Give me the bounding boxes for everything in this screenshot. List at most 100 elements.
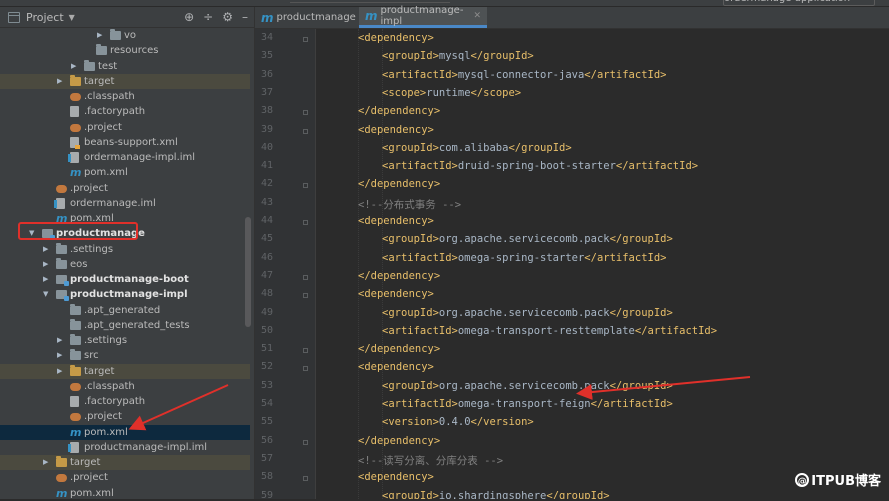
code-line[interactable]: <groupId>com.alibaba</groupId>: [382, 142, 572, 154]
fold-marker-icon[interactable]: [303, 220, 308, 225]
minimize-icon[interactable]: –: [242, 11, 248, 23]
tree-node[interactable]: ▼ productmanage-impl: [0, 287, 250, 302]
tree-node[interactable]: .factorypath: [0, 104, 250, 119]
code-line[interactable]: <artifactId>mysql-connector-java</artifa…: [382, 69, 666, 81]
fold-marker-icon[interactable]: [303, 274, 308, 280]
code-line[interactable]: <dependency>: [358, 124, 434, 136]
fold-marker-icon[interactable]: [303, 348, 308, 354]
code-line[interactable]: <!--读写分离、分库分表 -->: [358, 453, 503, 468]
chevron-right-icon[interactable]: ▶: [43, 455, 48, 470]
code-line[interactable]: <artifactId>omega-spring-starter</artifa…: [382, 252, 666, 264]
line-number: 51: [260, 343, 273, 355]
code-line[interactable]: <artifactId>omega-transport-feign</artif…: [382, 398, 673, 410]
code-line[interactable]: <!--分布式事务 -->: [358, 197, 461, 212]
fold-marker-icon[interactable]: [303, 128, 308, 134]
code-line[interactable]: <artifactId>druid-spring-boot-starter</a…: [382, 160, 698, 172]
code-line[interactable]: <groupId>org.apache.servicecomb.pack</gr…: [382, 233, 673, 245]
fold-marker-icon[interactable]: [303, 37, 308, 42]
code-line[interactable]: <dependency>: [358, 32, 434, 44]
tree-node[interactable]: .project: [0, 120, 250, 135]
collapse-icon[interactable]: ÷: [203, 11, 213, 23]
code-line[interactable]: <groupId>io.shardingsphere</groupId>: [382, 490, 610, 500]
code-line[interactable]: </dependency>: [358, 105, 440, 117]
tree-node[interactable]: m pom.xml: [0, 424, 250, 440]
tree-node[interactable]: ordermanage.iml: [0, 196, 250, 211]
code-line[interactable]: <scope>runtime</scope>: [382, 87, 521, 99]
chevron-down-icon[interactable]: ▼: [69, 13, 75, 22]
tree-node[interactable]: ordermanage-impl.iml: [0, 150, 250, 165]
tab-productmanage-impl[interactable]: m productmanage-impl ✕: [359, 5, 487, 28]
run-config-label: ordermanage-application: [724, 0, 850, 4]
tree-node[interactable]: ▶ productmanage-boot: [0, 272, 250, 287]
code-line[interactable]: </dependency>: [358, 435, 440, 447]
chevron-right-icon[interactable]: ▶: [97, 28, 102, 43]
chevron-right-icon[interactable]: ▶: [57, 364, 62, 379]
xml-tag: </artifactId>: [584, 251, 667, 264]
tree-node[interactable]: productmanage-impl.iml: [0, 440, 250, 455]
tree-node[interactable]: .project: [0, 409, 250, 424]
chevron-right-icon[interactable]: ▶: [43, 242, 48, 257]
code-line[interactable]: <groupId>org.apache.servicecomb.pack</gr…: [382, 307, 673, 319]
code-area[interactable]: <dependency> <groupId>mysql</groupId> <art…: [315, 29, 889, 499]
tree-node[interactable]: .classpath: [0, 379, 250, 394]
xml-value: mysql: [438, 50, 471, 63]
tree-node[interactable]: ▶ .settings: [0, 242, 250, 257]
code-line[interactable]: <groupId>mysql</groupId>: [382, 50, 534, 62]
tree-node[interactable]: resources: [0, 43, 250, 58]
close-icon[interactable]: ✕: [473, 11, 481, 21]
fold-marker-icon[interactable]: [303, 293, 308, 299]
tree-node[interactable]: m pom.xml: [0, 165, 250, 180]
tree-scrollbar[interactable]: [245, 217, 251, 327]
tree-node-label: .project: [84, 411, 122, 423]
code-line[interactable]: <version>0.4.0</version>: [382, 416, 534, 428]
tree-node[interactable]: .factorypath: [0, 394, 250, 409]
chevron-right-icon[interactable]: ▶: [43, 272, 48, 287]
fold-marker-icon[interactable]: [303, 439, 308, 445]
chevron-right-icon[interactable]: ▶: [57, 348, 62, 363]
gear-icon[interactable]: ⚙: [222, 11, 233, 23]
tree-node[interactable]: beans-support.xml: [0, 135, 250, 150]
tree-node[interactable]: .project: [0, 470, 250, 485]
target-icon[interactable]: ⊕: [184, 11, 194, 23]
tree-node[interactable]: .apt_generated_tests: [0, 318, 250, 333]
tree-node[interactable]: .project: [0, 181, 250, 196]
tree-node[interactable]: ▶ .settings: [0, 333, 250, 348]
fold-marker-icon[interactable]: [303, 110, 308, 116]
tree-node-label: .project: [70, 182, 108, 194]
code-line[interactable]: <dependency>: [358, 471, 434, 483]
code-line[interactable]: </dependency>: [358, 270, 440, 282]
tab-productmanage[interactable]: m productmanage ✕: [255, 7, 369, 28]
tree-node[interactable]: ▶ test: [0, 59, 250, 74]
tree-node[interactable]: ▶ target: [0, 363, 250, 379]
tree-node-label: test: [98, 60, 118, 72]
module-icon: [56, 290, 69, 302]
run-configuration-select[interactable]: ordermanage-application: [723, 0, 875, 6]
tree-node[interactable]: ▶ src: [0, 348, 250, 363]
tree-node[interactable]: ▶ eos: [0, 257, 250, 272]
chevron-right-icon[interactable]: ▶: [57, 74, 62, 89]
code-line[interactable]: <groupId>org.apache.servicecomb.pack</gr…: [382, 380, 673, 392]
tree-node[interactable]: ▶ vo: [0, 28, 250, 43]
xml-tag: <groupId>: [382, 489, 439, 500]
code-line[interactable]: <dependency>: [358, 215, 434, 227]
tree-node[interactable]: .apt_generated: [0, 303, 250, 318]
chevron-down-icon[interactable]: ▼: [43, 287, 48, 302]
code-line[interactable]: </dependency>: [358, 178, 440, 190]
chevron-right-icon[interactable]: ▶: [43, 257, 48, 272]
tree-node[interactable]: m pom.xml: [0, 486, 250, 500]
fold-marker-icon[interactable]: [303, 476, 308, 482]
chevron-right-icon[interactable]: ▶: [57, 333, 62, 348]
chevron-right-icon[interactable]: ▶: [71, 59, 76, 74]
tree-node[interactable]: ▶ target: [0, 73, 250, 89]
line-number: 49: [260, 306, 273, 318]
tree-node[interactable]: ▶ target: [0, 455, 250, 470]
fold-marker-icon[interactable]: [303, 183, 308, 189]
fold-marker-icon[interactable]: [303, 366, 308, 372]
code-line[interactable]: <dependency>: [358, 361, 434, 373]
code-line[interactable]: <artifactId>omega-transport-resttemplate…: [382, 325, 717, 337]
code-line[interactable]: </dependency>: [358, 343, 440, 355]
tree-node[interactable]: .classpath: [0, 89, 250, 104]
project-panel-title[interactable]: Project: [26, 11, 64, 24]
project-panel: Project ▼ ⊕ ÷ ⚙ – ▶ vo resources ▶ test ▶ targ…: [0, 7, 254, 499]
code-line[interactable]: <dependency>: [358, 288, 434, 300]
